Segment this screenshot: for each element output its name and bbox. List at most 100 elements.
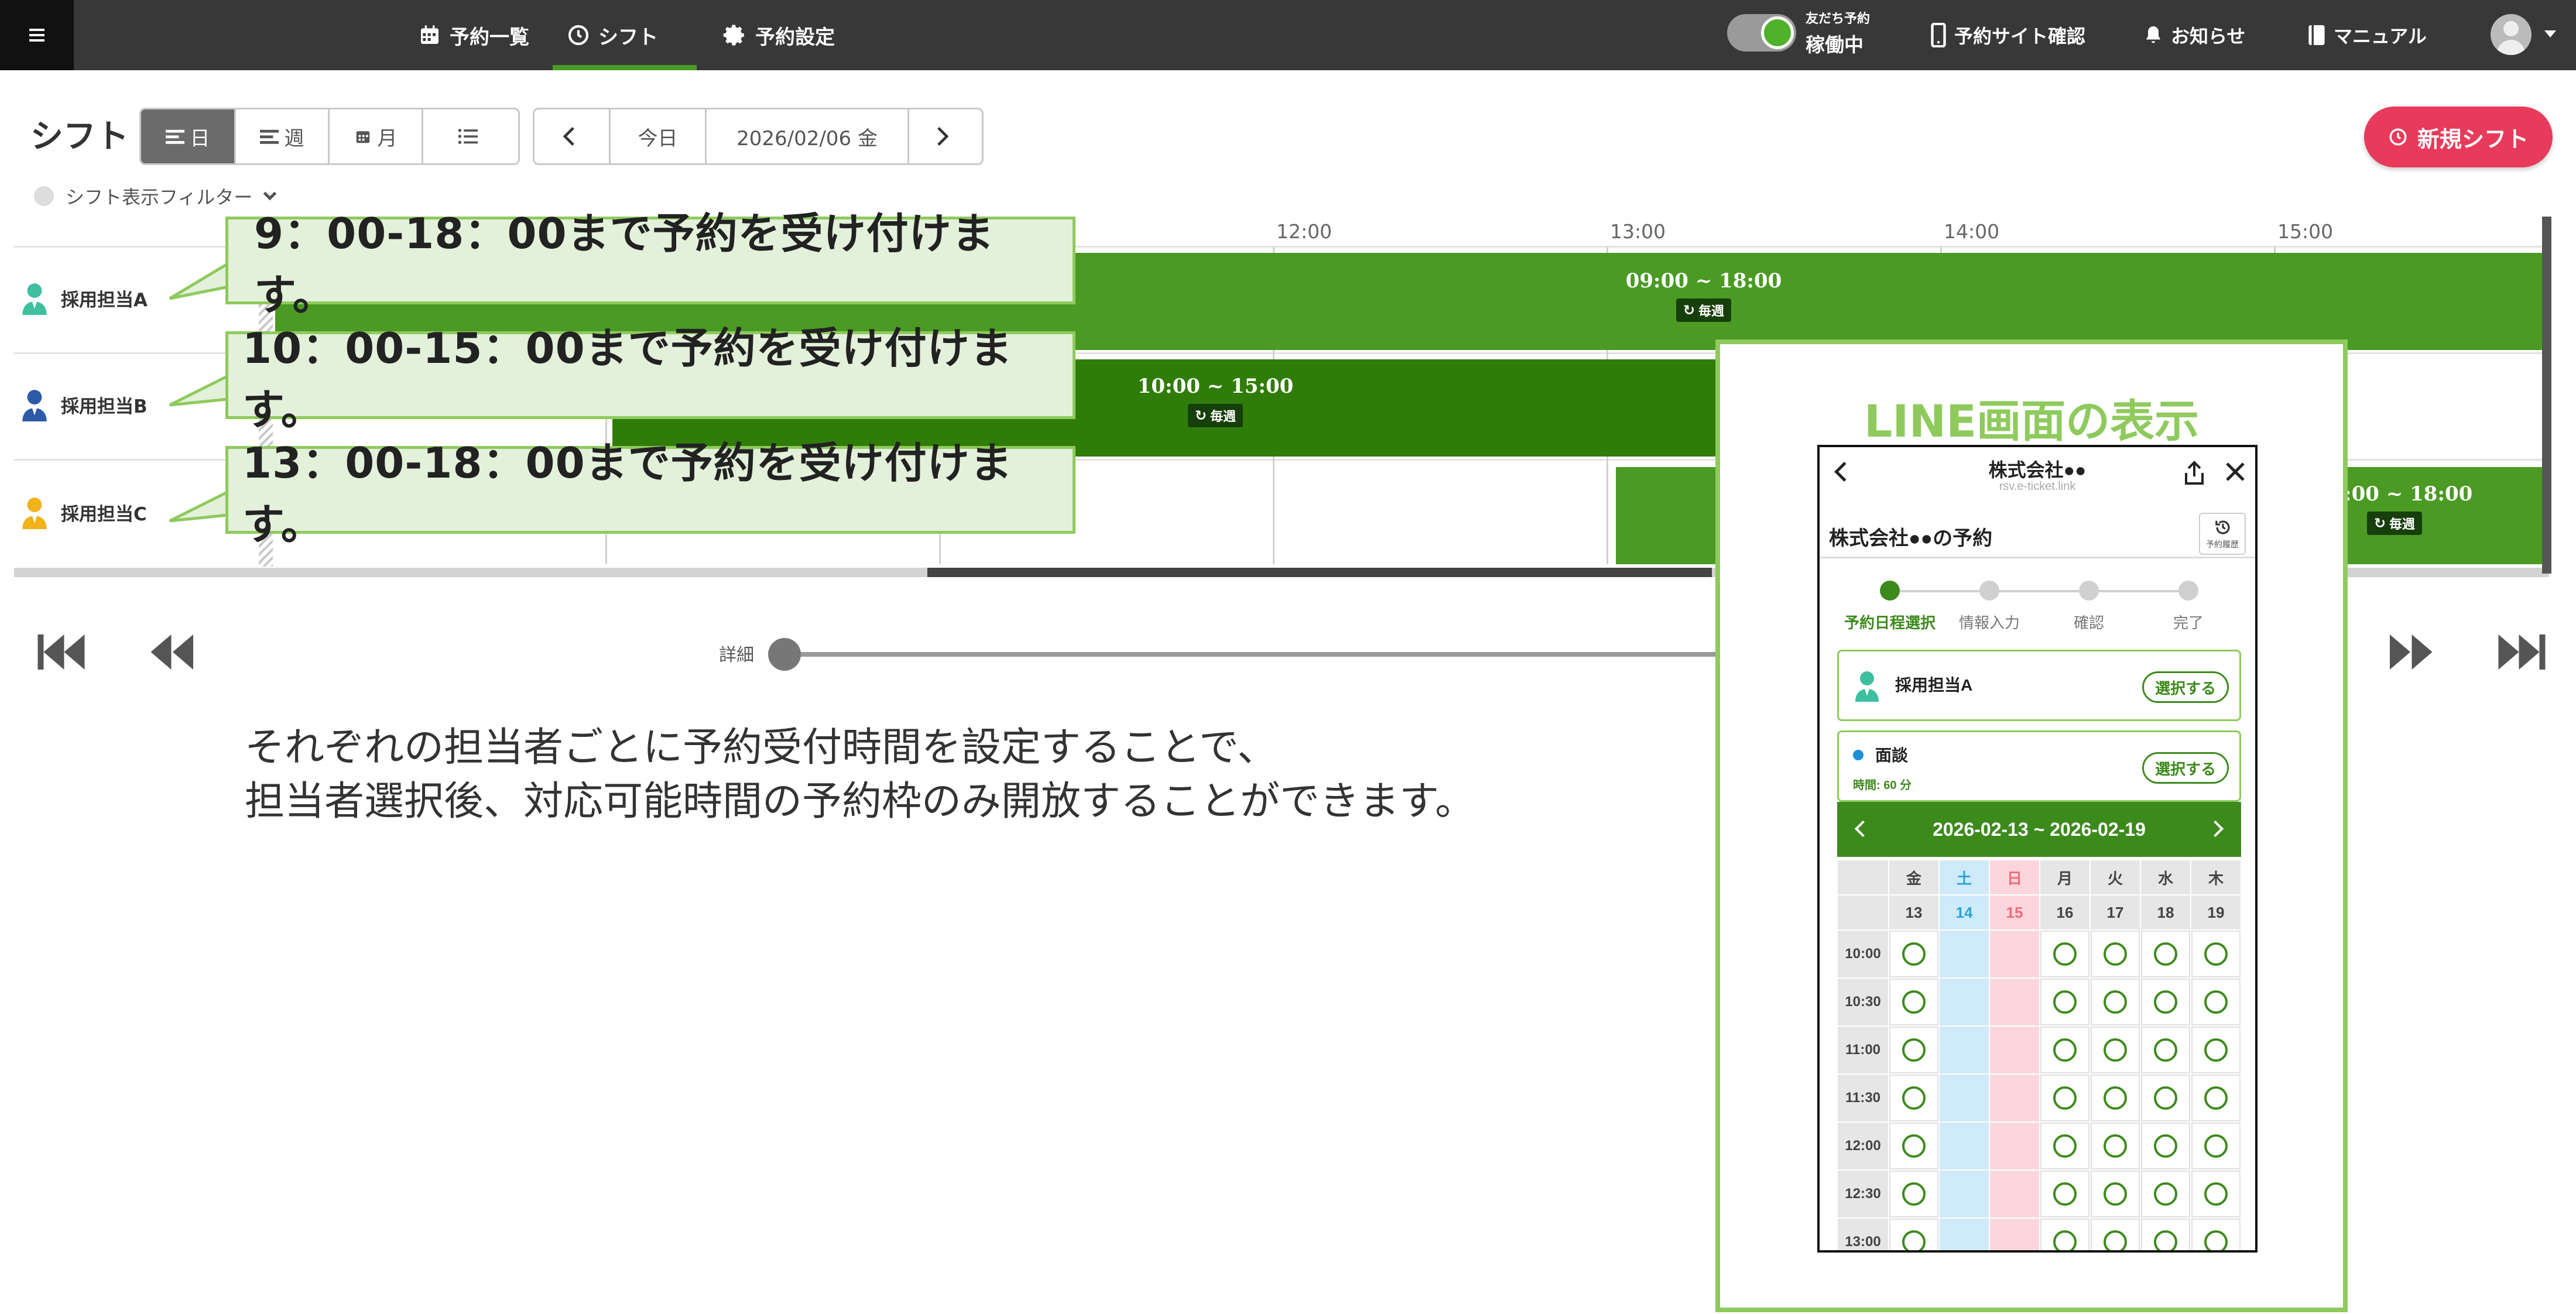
avatar[interactable] bbox=[2491, 14, 2532, 55]
jump-start-icon[interactable] bbox=[36, 630, 89, 674]
calendar-header: 2026-02-13 ~ 2026-02-19 bbox=[1837, 802, 2241, 857]
staff-row-b[interactable]: 採用担当B bbox=[20, 387, 148, 421]
time-slot-cell[interactable] bbox=[1889, 1123, 1938, 1169]
tab-reservation-list[interactable]: 予約一覧 bbox=[404, 0, 543, 70]
staff-avatar-icon bbox=[22, 498, 47, 529]
time-slot-cell bbox=[1940, 979, 1989, 1025]
view-month-button[interactable]: 月 bbox=[330, 109, 423, 163]
time-slot-cell[interactable] bbox=[2191, 1123, 2241, 1169]
time-slot-cell[interactable] bbox=[1889, 1075, 1938, 1121]
step-info-input: 情報入力 bbox=[1943, 581, 2036, 633]
date-header: 14 bbox=[1940, 896, 1989, 929]
time-slot-label: 11:30 bbox=[1838, 1075, 1888, 1121]
time-slot-cell[interactable] bbox=[2091, 1219, 2140, 1250]
time-slot-cell[interactable] bbox=[2040, 1219, 2089, 1250]
calendar-corner bbox=[1838, 860, 1888, 894]
date-display[interactable]: 2026/02/06 金 bbox=[707, 109, 909, 163]
time-slot-cell[interactable] bbox=[2191, 931, 2241, 977]
time-slot-cell[interactable] bbox=[2091, 931, 2140, 977]
time-slot-cell[interactable] bbox=[2141, 931, 2190, 977]
time-slot-cell[interactable] bbox=[2091, 979, 2140, 1025]
hamburger-menu-button[interactable] bbox=[0, 0, 74, 70]
time-slot-cell[interactable] bbox=[2040, 1123, 2089, 1169]
view-list-button[interactable] bbox=[423, 109, 518, 163]
previous-day-button[interactable] bbox=[535, 109, 611, 163]
available-slot-icon bbox=[2053, 1134, 2077, 1158]
time-slot-cell[interactable] bbox=[1889, 1171, 1938, 1217]
time-slot-cell[interactable] bbox=[2141, 979, 2190, 1025]
zoom-slider-handle[interactable] bbox=[768, 638, 801, 671]
zoom-slider-track[interactable] bbox=[785, 652, 1721, 657]
today-button[interactable]: 今日 bbox=[611, 109, 707, 163]
weekday-header: 木 bbox=[2191, 860, 2241, 894]
time-slot-cell[interactable] bbox=[2191, 1027, 2241, 1073]
bell-icon bbox=[2146, 26, 2160, 43]
view-week-button[interactable]: 週 bbox=[236, 109, 330, 163]
available-slot-icon bbox=[2104, 942, 2127, 966]
time-slot-cell[interactable] bbox=[2191, 1075, 2241, 1121]
time-slot-cell[interactable] bbox=[2091, 1075, 2140, 1121]
notifications-link[interactable]: お知らせ bbox=[2143, 0, 2245, 70]
time-slot-cell[interactable] bbox=[1889, 931, 1938, 977]
time-slot-cell[interactable] bbox=[2141, 1219, 2190, 1250]
time-slot-cell[interactable] bbox=[2040, 931, 2089, 977]
time-slot-cell[interactable] bbox=[2091, 1027, 2140, 1073]
view-week-label: 週 bbox=[284, 126, 304, 150]
time-slot-cell[interactable] bbox=[2040, 1171, 2089, 1217]
time-slot-cell[interactable] bbox=[2040, 979, 2089, 1025]
time-slot-cell[interactable] bbox=[1889, 979, 1938, 1025]
tab-shift[interactable]: シフト bbox=[553, 0, 697, 70]
vertical-scrollbar[interactable] bbox=[2542, 217, 2551, 574]
new-shift-button[interactable]: 新規シフト bbox=[2364, 107, 2553, 167]
select-staff-button[interactable]: 選択する bbox=[2142, 671, 2229, 703]
time-slot-cell[interactable] bbox=[2040, 1027, 2089, 1073]
staff-row-c[interactable]: 採用担当C bbox=[20, 495, 147, 529]
rewind-icon[interactable] bbox=[146, 630, 199, 674]
calendar-next-icon[interactable] bbox=[2207, 820, 2224, 838]
time-slot-cell[interactable] bbox=[2141, 1027, 2190, 1073]
shift-time: 09:00 ~ 18:00 bbox=[1625, 269, 1782, 293]
time-slot-label: 12:30 bbox=[1838, 1171, 1888, 1217]
time-slot-cell[interactable] bbox=[2141, 1075, 2190, 1121]
available-slot-icon bbox=[1902, 1230, 1926, 1250]
chevron-down-icon[interactable] bbox=[2544, 30, 2556, 37]
reservation-active-toggle[interactable] bbox=[1727, 14, 1796, 52]
select-menu-button[interactable]: 選択する bbox=[2142, 752, 2229, 784]
share-icon[interactable] bbox=[2183, 460, 2206, 486]
time-slot-cell[interactable] bbox=[2191, 979, 2241, 1025]
available-slot-icon bbox=[2154, 1230, 2177, 1250]
time-slot-cell[interactable] bbox=[2141, 1123, 2190, 1169]
close-icon[interactable] bbox=[2224, 460, 2247, 483]
staff-row-a[interactable]: 採用担当A bbox=[20, 281, 148, 315]
calendar-row: 金土日月火水木 bbox=[1837, 860, 2241, 896]
available-slot-icon bbox=[2154, 990, 2177, 1014]
shift-filter-toggle[interactable]: シフト表示フィルター bbox=[34, 183, 277, 210]
time-slot-cell bbox=[1940, 1123, 1989, 1169]
time-slot-cell[interactable] bbox=[2091, 1171, 2140, 1217]
site-preview-link[interactable]: 予約サイト確認 bbox=[1930, 0, 2085, 70]
manual-link[interactable]: マニュアル bbox=[2307, 0, 2427, 70]
scrollbar-thumb[interactable] bbox=[927, 568, 1712, 577]
tab-reservation-settings[interactable]: 予約設定 bbox=[708, 0, 849, 70]
time-slot-cell[interactable] bbox=[2091, 1123, 2140, 1169]
reservation-title: 株式会社●●の予約 bbox=[1829, 527, 1993, 550]
staff-select-card[interactable]: 採用担当A 選択する bbox=[1837, 650, 2241, 721]
history-button[interactable]: 予約履歴 bbox=[2199, 513, 2246, 555]
tab-label: シフト bbox=[598, 25, 658, 49]
time-slot-cell[interactable] bbox=[2040, 1075, 2089, 1121]
jump-end-icon[interactable] bbox=[2494, 630, 2547, 674]
time-slot-cell[interactable] bbox=[2141, 1171, 2190, 1217]
fast-forward-icon[interactable] bbox=[2384, 630, 2437, 674]
available-slot-icon bbox=[2204, 942, 2228, 966]
view-day-button[interactable]: 日 bbox=[141, 109, 236, 163]
time-slot-cell[interactable] bbox=[2191, 1219, 2241, 1250]
time-slot-cell[interactable] bbox=[1889, 1027, 1938, 1073]
menu-select-card[interactable]: 面談 時間: 60 分 選択する bbox=[1837, 730, 2241, 802]
hour-label: 14:00 bbox=[1944, 220, 2000, 243]
time-slot-cell[interactable] bbox=[2191, 1171, 2241, 1217]
available-slot-icon bbox=[2104, 1038, 2127, 1062]
time-slot-cell[interactable] bbox=[1889, 1219, 1938, 1250]
next-day-button[interactable] bbox=[909, 109, 982, 163]
calendar-row: 12:00 bbox=[1837, 1123, 2241, 1171]
calendar-prev-icon[interactable] bbox=[1854, 820, 1872, 838]
